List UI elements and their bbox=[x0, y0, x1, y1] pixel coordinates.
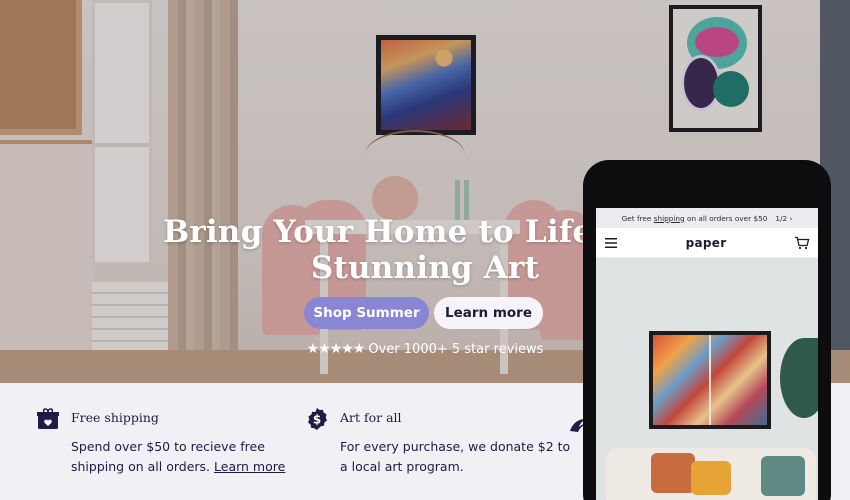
learn-more-button[interactable]: Learn more bbox=[434, 297, 543, 329]
app-header: paper bbox=[596, 228, 818, 258]
feature-title: Art for all bbox=[340, 410, 402, 425]
chevron-right-icon[interactable]: › bbox=[789, 214, 792, 223]
brand-logo[interactable]: paper bbox=[686, 236, 727, 250]
gift-box-heart-icon bbox=[37, 408, 59, 429]
pillow bbox=[651, 453, 695, 493]
pillow bbox=[761, 456, 805, 496]
pager-text: 1/2 bbox=[775, 213, 788, 223]
learn-more-link[interactable]: Learn more bbox=[214, 459, 285, 474]
announcement-link[interactable]: shipping bbox=[654, 214, 685, 223]
feature-body: Spend over $50 to recieve free shipping … bbox=[71, 437, 311, 477]
phone-screen: Get free shipping on all orders over $50… bbox=[596, 208, 818, 500]
announcement-prefix: Get free bbox=[621, 213, 652, 223]
feature-title: Free shipping bbox=[71, 410, 159, 425]
announcement-suffix: on all orders over $50 bbox=[687, 213, 768, 223]
reviews-text: Over 1000+ 5 star reviews bbox=[368, 341, 544, 357]
headline-line-2: Stunning Art bbox=[310, 250, 540, 286]
cart-icon[interactable] bbox=[794, 236, 810, 250]
pillow bbox=[691, 461, 731, 495]
announcement-pager[interactable]: 1/2 › bbox=[775, 214, 792, 223]
hamburger-menu-icon[interactable] bbox=[604, 237, 618, 249]
announcement-bar: Get free shipping on all orders over $50… bbox=[596, 208, 818, 228]
dollar-badge-icon: $ bbox=[308, 408, 327, 430]
plant bbox=[780, 338, 818, 418]
star-rating-icon: ★★★★★ bbox=[306, 341, 366, 357]
shop-summer-button[interactable]: Shop Summer bbox=[304, 297, 429, 329]
feature-body: For every purchase, we donate $2 to a lo… bbox=[340, 439, 571, 474]
announcement-text: Get free shipping on all orders over $50 bbox=[622, 214, 768, 223]
svg-text:$: $ bbox=[313, 413, 321, 427]
reviews-summary: ★★★★★ Over 1000+ 5 star reviews bbox=[300, 341, 550, 357]
framed-art-abstract bbox=[649, 331, 771, 429]
phone-hero-image bbox=[596, 258, 818, 500]
